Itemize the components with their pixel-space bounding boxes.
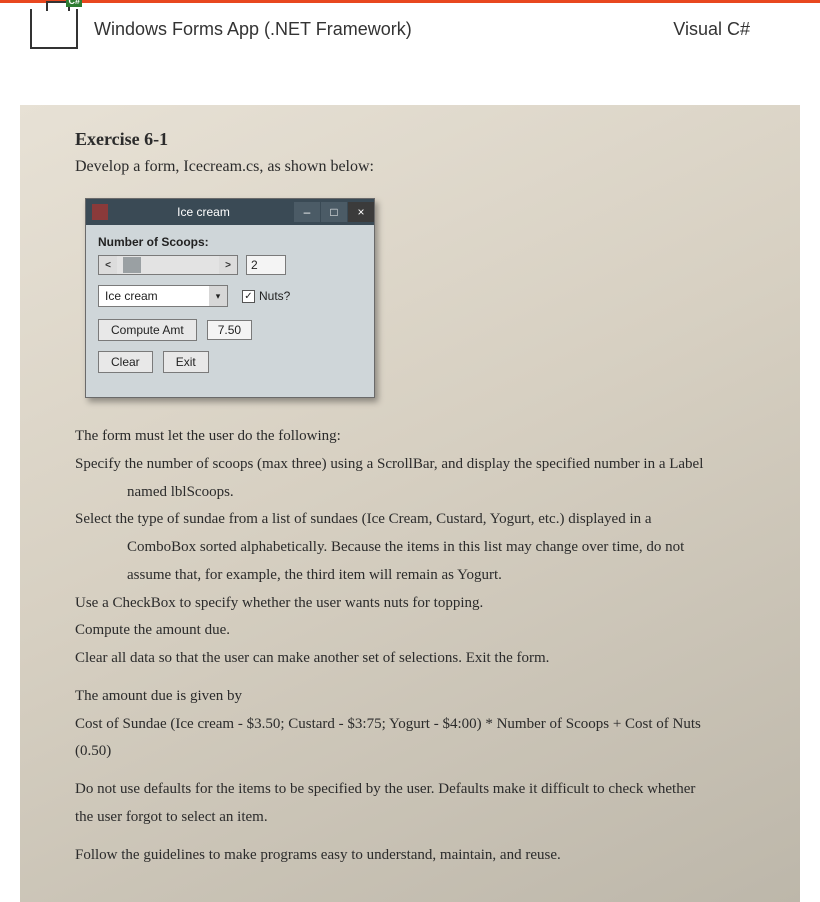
amount-output: 7.50 <box>207 320 252 340</box>
lbl-scoops: 2 <box>246 255 286 275</box>
maximize-button[interactable]: □ <box>321 202 347 222</box>
requirement-sundae-cont1: ComboBox sorted alphabetically. Because … <box>75 537 760 559</box>
checkbox-icon[interactable]: ✓ <box>242 290 255 303</box>
scroll-track[interactable] <box>117 256 219 274</box>
form-title: Ice cream <box>114 205 293 219</box>
minimize-button[interactable]: – <box>294 202 320 222</box>
exit-button[interactable]: Exit <box>163 351 209 373</box>
chevron-down-icon[interactable]: ▾ <box>209 286 227 306</box>
form-icon <box>92 204 108 220</box>
amount-formula-intro: The amount due is given by <box>75 686 760 708</box>
exercise-title: Exercise 6-1 <box>75 129 760 150</box>
defaults-note: Do not use defaults for the items to be … <box>75 779 760 801</box>
requirement-scoops: Specify the number of scoops (max three)… <box>75 454 760 476</box>
textbook-photo: Exercise 6-1 Develop a form, Icecream.cs… <box>20 105 800 902</box>
scoops-scrollbar[interactable]: < > <box>98 255 238 275</box>
defaults-note-cont: the user forgot to select an item. <box>75 807 760 829</box>
exercise-subtitle: Develop a form, Icecream.cs, as shown be… <box>75 158 760 176</box>
requirement-sundae-cont2: assume that, for example, the third item… <box>75 565 760 587</box>
titlebar: Ice cream – □ × <box>86 199 374 225</box>
icecream-form-window: Ice cream – □ × Number of Scoops: < > 2 <box>85 198 375 398</box>
scoops-label: Number of Scoops: <box>98 235 362 249</box>
guidelines-note: Follow the guidelines to make programs e… <box>75 845 760 867</box>
template-header: C# Windows Forms App (.NET Framework) Vi… <box>0 3 820 55</box>
close-button[interactable]: × <box>348 202 374 222</box>
nuts-checkbox[interactable]: ✓ Nuts? <box>242 289 290 303</box>
requirement-sundae: Select the type of sundae from a list of… <box>75 509 760 531</box>
requirement-compute: Compute the amount due. <box>75 620 760 642</box>
compute-amt-button[interactable]: Compute Amt <box>98 319 197 341</box>
requirement-scoops-cont: named lblScoops. <box>75 482 760 504</box>
requirement-clear: Clear all data so that the user can make… <box>75 648 760 670</box>
amount-formula-cont: (0.50) <box>75 741 760 763</box>
combobox-selected: Ice cream <box>99 289 209 303</box>
sundae-combobox[interactable]: Ice cream ▾ <box>98 285 228 307</box>
scroll-right-arrow-icon[interactable]: > <box>219 256 237 274</box>
instructions-intro: The form must let the user do the follow… <box>75 426 760 448</box>
requirement-nuts: Use a CheckBox to specify whether the us… <box>75 593 760 615</box>
exercise-instructions: The form must let the user do the follow… <box>75 426 760 866</box>
template-name: Windows Forms App (.NET Framework) <box>94 19 673 40</box>
amount-formula: Cost of Sundae (Ice cream - $3.50; Custa… <box>75 714 760 736</box>
scroll-thumb[interactable] <box>123 257 141 273</box>
clear-button[interactable]: Clear <box>98 351 153 373</box>
winforms-template-icon: C# <box>30 9 78 49</box>
nuts-label: Nuts? <box>259 289 290 303</box>
template-language: Visual C# <box>673 19 750 40</box>
scroll-left-arrow-icon[interactable]: < <box>99 256 117 274</box>
csharp-badge-icon: C# <box>66 0 82 7</box>
